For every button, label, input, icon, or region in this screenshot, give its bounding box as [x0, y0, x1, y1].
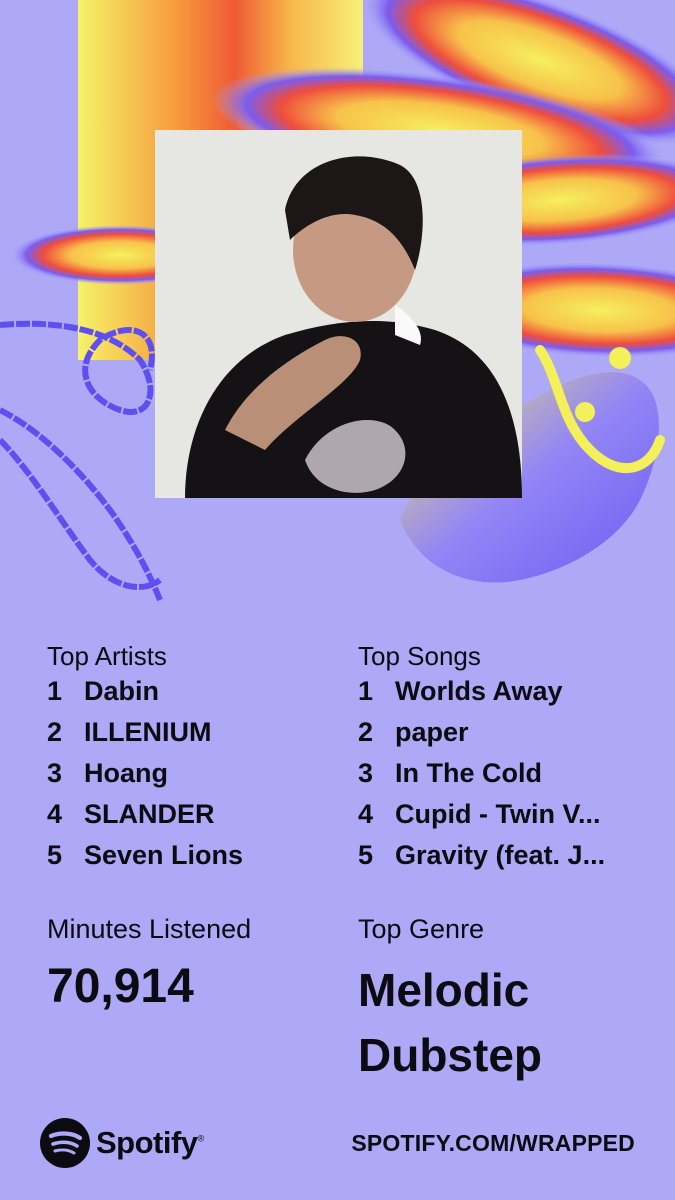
- pixel-outline-loop: [0, 407, 163, 602]
- wrapped-url-link[interactable]: SPOTIFY.COM/WRAPPED: [351, 1130, 635, 1157]
- top-songs-section: Top Songs 1 Worlds Away 2 paper 3 In The Co…: [358, 640, 658, 881]
- rank-number: 3: [47, 758, 63, 788]
- rank-number: 4: [47, 799, 63, 829]
- artist-name: ILLENIUM: [84, 717, 212, 747]
- rank-number: 1: [358, 676, 374, 706]
- liquid-dot: [575, 402, 595, 422]
- rank-number: 2: [358, 717, 374, 747]
- spotify-logo[interactable]: Spotify®: [40, 1118, 204, 1168]
- top-songs-title: Top Songs: [358, 641, 481, 671]
- artist-silhouette-icon: [155, 130, 522, 498]
- top-artists-list: 1 Dabin 2 ILLENIUM 3 Hoang 4 SLANDER 5 Seven …: [47, 676, 347, 881]
- minutes-listened-label: Minutes Listened: [47, 914, 252, 944]
- list-item: 2 paper: [358, 717, 658, 758]
- top-genre-label: Top Genre: [358, 914, 485, 944]
- list-item: 5 Gravity (feat. J...: [358, 840, 658, 881]
- song-name: Cupid - Twin V...: [395, 799, 601, 829]
- rank-number: 5: [358, 840, 374, 870]
- artist-name: Seven Lions: [84, 840, 244, 870]
- list-item: 1 Worlds Away: [358, 676, 658, 717]
- top-songs-list: 1 Worlds Away 2 paper 3 In The Cold 4 Cupid …: [358, 676, 658, 881]
- liquid-dot: [609, 347, 631, 369]
- list-item: 3 Hoang: [47, 758, 347, 799]
- artist-photo: [155, 130, 522, 498]
- list-item: 2 ILLENIUM: [47, 717, 347, 758]
- list-item: 1 Dabin: [47, 676, 347, 717]
- song-name: paper: [395, 717, 469, 747]
- top-artists-section: Top Artists 1 Dabin 2 ILLENIUM 3 Hoang 4 SLA…: [47, 640, 347, 881]
- song-name: In The Cold: [395, 758, 542, 788]
- artist-name: Dabin: [84, 676, 160, 706]
- rank-number: 1: [47, 676, 63, 706]
- song-name: Worlds Away: [395, 676, 563, 706]
- top-genre-value-line: Dubstep: [358, 1029, 542, 1081]
- pixel-outline-loop: [0, 437, 162, 591]
- list-item: 4 SLANDER: [47, 799, 347, 840]
- rank-number: 3: [358, 758, 374, 788]
- rank-number: 4: [358, 799, 374, 829]
- top-artists-title: Top Artists: [47, 641, 167, 671]
- spotify-logo-icon: [40, 1118, 90, 1168]
- artist-name: SLANDER: [84, 799, 215, 829]
- rank-number: 2: [47, 717, 63, 747]
- rank-number: 5: [47, 840, 63, 870]
- top-genre-value-line: Melodic: [358, 964, 530, 1016]
- song-name: Gravity (feat. J...: [395, 840, 606, 870]
- list-item: 3 In The Cold: [358, 758, 658, 799]
- top-genre-value: Melodic Dubstep: [358, 958, 638, 1088]
- artist-name: Hoang: [84, 758, 168, 788]
- list-item: 4 Cupid - Twin V...: [358, 799, 658, 840]
- spotify-wordmark: Spotify®: [96, 1125, 204, 1160]
- minutes-listened-value: 70,914: [47, 960, 194, 1013]
- list-item: 5 Seven Lions: [47, 840, 347, 881]
